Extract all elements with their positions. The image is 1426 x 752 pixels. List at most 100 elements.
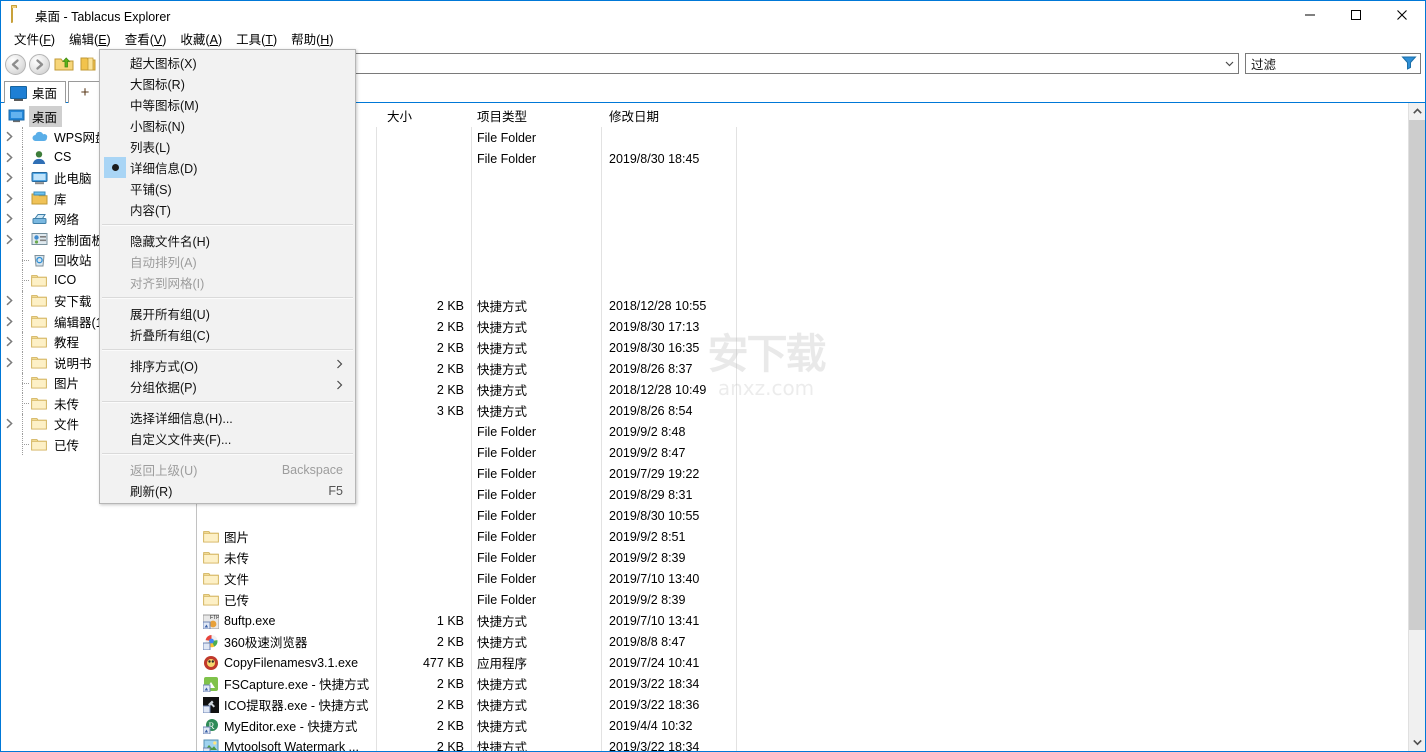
chevron-down-icon[interactable]: [1220, 54, 1238, 73]
menu-item-9[interactable]: 隐藏文件名(H): [100, 230, 355, 251]
table-row[interactable]: 2 KB 快捷方式 2018/12/28 10:49: [197, 379, 1425, 400]
menu-favorites[interactable]: 收藏(A): [173, 31, 229, 50]
table-row[interactable]: 360极速浏览器 2 KB 快捷方式 2019/8/8 8:47: [197, 631, 1425, 652]
filter-input[interactable]: 过滤: [1246, 54, 1276, 73]
menu-item-19[interactable]: 选择详细信息(H)...: [100, 407, 355, 428]
chevron-right-icon[interactable]: [1, 295, 17, 306]
up-folder-icon[interactable]: [53, 54, 75, 74]
table-row[interactable]: [197, 232, 1425, 253]
chevron-right-icon[interactable]: [1, 193, 17, 204]
menu-item-5[interactable]: 详细信息(D): [100, 157, 355, 178]
table-row[interactable]: [197, 253, 1425, 274]
tree-item-label: 未传: [54, 397, 80, 412]
table-row[interactable]: File Folder 2019/9/2 8:47: [197, 442, 1425, 463]
menu-item-14[interactable]: 折叠所有组(C): [100, 324, 355, 345]
table-row[interactable]: [197, 274, 1425, 295]
menu-item-23[interactable]: 刷新(R) F5: [100, 480, 355, 501]
scroll-down-arrow[interactable]: [1409, 734, 1425, 751]
chevron-right-icon[interactable]: [1, 316, 17, 327]
menu-item-2[interactable]: 中等图标(M): [100, 94, 355, 115]
chevron-right-icon[interactable]: [1, 357, 17, 368]
file-date-cell: 2019/9/2 8:47: [609, 445, 686, 460]
column-header-size[interactable]: 大小: [387, 106, 412, 125]
table-row[interactable]: File Folder: [197, 127, 1425, 148]
column-header-type[interactable]: 项目类型: [477, 106, 527, 125]
menu-item-17[interactable]: 分组依据(P): [100, 376, 355, 397]
scroll-up-arrow[interactable]: [1409, 103, 1425, 120]
folders-icon[interactable]: [78, 54, 100, 74]
table-row[interactable]: Mytoolsoft Watermark ... 2 KB 快捷方式 2019/3/2…: [197, 736, 1425, 751]
table-row[interactable]: [197, 169, 1425, 190]
tree-guide-line: [17, 290, 30, 312]
menu-file[interactable]: 文件(F): [7, 31, 62, 50]
scrollbar-thumb[interactable]: [1409, 120, 1425, 630]
table-row[interactable]: 2 KB 快捷方式 2019/8/26 8:37: [197, 358, 1425, 379]
table-row[interactable]: File Folder 2019/9/2 8:48: [197, 421, 1425, 442]
file-type-cell: File Folder: [477, 571, 537, 586]
back-button[interactable]: [5, 53, 26, 75]
menu-item-1[interactable]: 大图标(R): [100, 73, 355, 94]
menu-item-0[interactable]: 超大图标(X): [100, 52, 355, 73]
chevron-right-icon[interactable]: [1, 172, 17, 183]
minimize-button[interactable]: [1287, 1, 1333, 29]
file-date-cell: 2019/3/22 18:34: [609, 676, 700, 691]
tab-desktop[interactable]: 桌面: [4, 81, 67, 103]
close-button[interactable]: [1379, 1, 1425, 29]
table-row[interactable]: File Folder 2019/8/30 18:45: [197, 148, 1425, 169]
table-row[interactable]: 3 KB 快捷方式 2019/8/26 8:54: [197, 400, 1425, 421]
table-row[interactable]: 2 KB 快捷方式 2019/8/30 16:35: [197, 337, 1425, 358]
chevron-right-icon[interactable]: [1, 418, 17, 429]
menu-item-11: 对齐到网格(I): [100, 272, 355, 293]
menu-item-7[interactable]: 内容(T): [100, 199, 355, 220]
menu-help[interactable]: 帮助(H): [284, 31, 340, 50]
table-row[interactable]: 2 KB 快捷方式 2018/12/28 10:55: [197, 295, 1425, 316]
table-row[interactable]: 未传 File Folder 2019/9/2 8:39: [197, 547, 1425, 568]
file-name-text: 未传: [224, 552, 250, 566]
chevron-right-icon[interactable]: [1, 131, 17, 142]
table-row[interactable]: File Folder 2019/8/30 10:55: [197, 505, 1425, 526]
table-row[interactable]: [197, 211, 1425, 232]
menu-item-3[interactable]: 小图标(N): [100, 115, 355, 136]
file-name-text: CopyFilenamesv3.1.exe: [224, 655, 359, 670]
menu-edit[interactable]: 编辑(E): [62, 31, 118, 50]
table-row[interactable]: File Folder 2019/7/29 19:22: [197, 463, 1425, 484]
menu-item-label: 对齐到网格(I): [130, 277, 205, 291]
table-row[interactable]: 图片 File Folder 2019/9/2 8:51: [197, 526, 1425, 547]
filter-funnel-icon[interactable]: [1401, 55, 1417, 73]
new-tab-button[interactable]: +: [68, 81, 103, 103]
chevron-right-icon[interactable]: [1, 152, 17, 163]
vertical-scrollbar[interactable]: [1408, 103, 1425, 751]
table-row[interactable]: 已传 File Folder 2019/9/2 8:39: [197, 589, 1425, 610]
filter-bar[interactable]: 过滤: [1245, 53, 1421, 74]
maximize-button[interactable]: [1333, 1, 1379, 29]
table-row[interactable]: CopyFilenamesv3.1.exe 477 KB 应用程序 2019/7/24…: [197, 652, 1425, 673]
column-header-date[interactable]: 修改日期: [609, 106, 659, 125]
table-row[interactable]: FTP 8uftp.exe 1 KB 快捷方式 2019/7/10 13:41: [197, 610, 1425, 631]
chevron-right-icon[interactable]: [1, 213, 17, 224]
chevron-right-icon[interactable]: [1, 336, 17, 347]
tree-item-icon: [30, 171, 48, 185]
menu-item-shortcut: F5: [328, 483, 343, 498]
table-row[interactable]: FSCapture.exe - 快捷方式 2 KB 快捷方式 2019/3/22 18…: [197, 673, 1425, 694]
table-row[interactable]: R MyEditor.exe - 快捷方式 2 KB 快捷方式 2019/4/4 10:…: [197, 715, 1425, 736]
forward-button[interactable]: [29, 53, 50, 75]
menu-item-16[interactable]: 排序方式(O): [100, 355, 355, 376]
table-row[interactable]: 文件 File Folder 2019/7/10 13:40: [197, 568, 1425, 589]
table-row[interactable]: [197, 190, 1425, 211]
menu-item-4[interactable]: 列表(L): [100, 136, 355, 157]
menu-item-20[interactable]: 自定义文件夹(F)...: [100, 428, 355, 449]
menu-item-13[interactable]: 展开所有组(U): [100, 303, 355, 324]
menu-item-gutter: [100, 136, 130, 157]
chevron-right-icon[interactable]: [1, 234, 17, 245]
table-row[interactable]: File Folder 2019/8/29 8:31: [197, 484, 1425, 505]
file-list-pane: 大小 项目类型 修改日期 File Folder File Folder 2019/…: [197, 103, 1425, 751]
file-type-cell: 快捷方式: [477, 300, 528, 314]
menu-view[interactable]: 查看(V): [118, 31, 174, 50]
table-row[interactable]: ICO提取器.exe - 快捷方式 2 KB 快捷方式 2019/3/22 18:36: [197, 694, 1425, 715]
menu-item-6[interactable]: 平铺(S): [100, 178, 355, 199]
table-row[interactable]: 2 KB 快捷方式 2019/8/30 17:13: [197, 316, 1425, 337]
file-icon: FTP: [203, 613, 219, 629]
file-date-cell: 2019/4/4 10:32: [609, 718, 693, 733]
tree-item-label: 图片: [54, 377, 80, 392]
menu-tools[interactable]: 工具(T): [229, 31, 284, 50]
